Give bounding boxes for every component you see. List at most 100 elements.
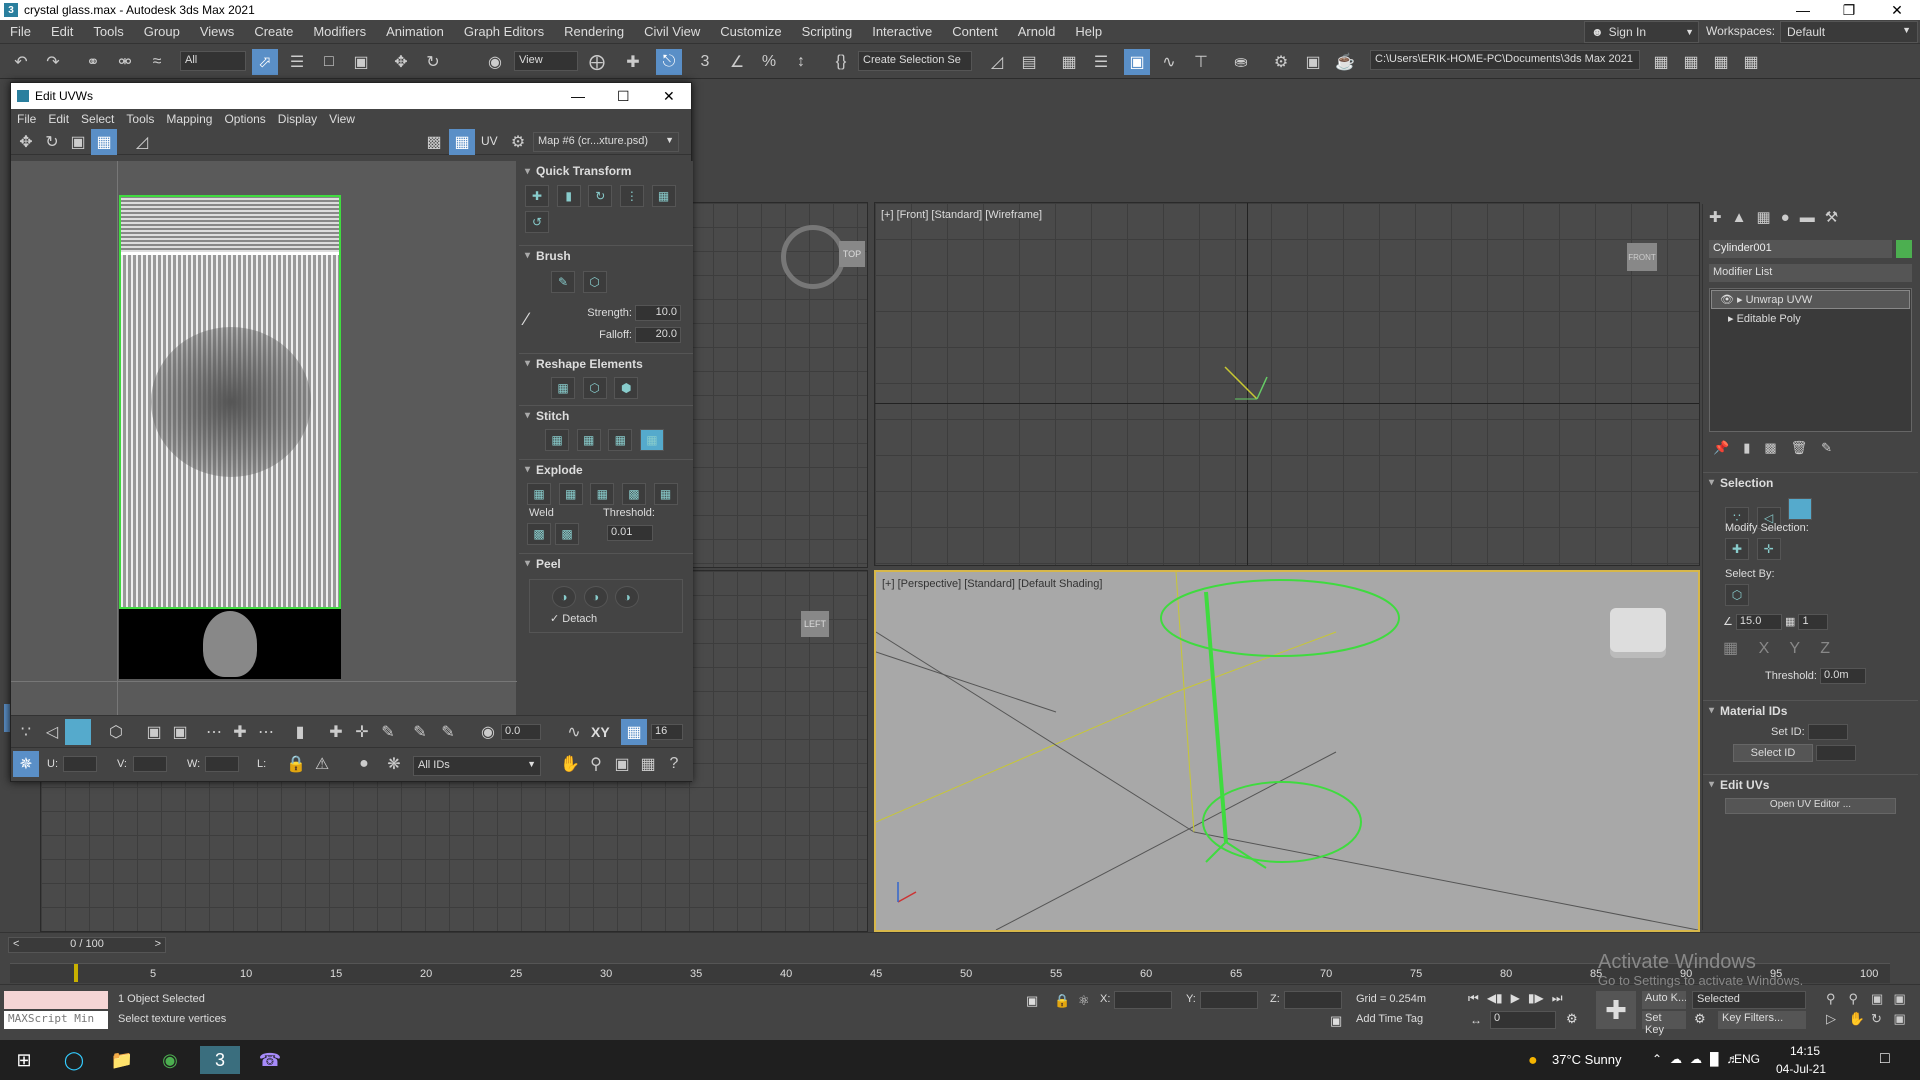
menu-modifiers[interactable]: Modifiers (303, 24, 376, 39)
notification-icon[interactable]: □ (1880, 1050, 1890, 1068)
remove-modifier-icon[interactable]: 🗑 (1791, 440, 1808, 458)
move-icon[interactable]: ✥ (388, 49, 414, 75)
reshape-rollout[interactable]: Reshape Elements (519, 353, 693, 373)
uvw-options-icon[interactable]: ⚙ (505, 129, 531, 155)
uvw-ring-shrink-icon[interactable]: ⋯ (253, 719, 279, 745)
front-viewport-label[interactable]: [+] [Front] [Standard] [Wireframe] (881, 209, 1042, 221)
uvw-xy-button[interactable]: XY (591, 724, 610, 740)
peel-2-icon[interactable]: ◑ (583, 586, 608, 608)
minimize-button[interactable]: — (1780, 0, 1826, 20)
uvw-texture-map[interactable] (119, 195, 341, 609)
uvw-texture-icon[interactable]: ▦ (449, 129, 475, 155)
snap-3d-icon[interactable]: 3 (692, 49, 718, 75)
show-end-result-icon[interactable]: ▮ (1743, 440, 1750, 458)
select-element-icon[interactable]: ⬡ (1725, 584, 1749, 606)
zoom-all-icon[interactable]: ⚲ (1849, 991, 1872, 1011)
z-coord-field[interactable] (1284, 991, 1342, 1009)
set-key-button[interactable]: Set Key (1642, 1011, 1686, 1036)
xyz-buttons[interactable]: ▦ X Y Z (1703, 634, 1918, 662)
stitch-source-icon[interactable]: ▦ (576, 429, 601, 451)
select-by-name-icon[interactable]: ☰ (284, 49, 310, 75)
material-ids-rollout[interactable]: Material IDs (1703, 700, 1918, 720)
maximize-viewport-icon[interactable]: ▣ (1894, 1011, 1917, 1031)
menu-create[interactable]: Create (244, 24, 303, 39)
selection-rollout[interactable]: Selection (1703, 472, 1918, 492)
cmd-threshold-spinner[interactable]: 0.0m (1820, 668, 1867, 684)
goto-end-icon[interactable]: ⏭ (1552, 991, 1563, 1009)
clock-time[interactable]: 14:15 (1790, 1044, 1820, 1058)
percent-snap-icon[interactable]: % (756, 49, 782, 75)
ref-coord-dropdown[interactable]: View (514, 51, 578, 71)
edge-icon[interactable]: ◯ (54, 1046, 94, 1074)
relax-element-icon[interactable]: ⬢ (614, 377, 639, 399)
project-path-dropdown[interactable]: C:\Users\ERIK-HOME-PC\Documents\3ds Max … (1370, 50, 1640, 70)
utilities-tab-icon[interactable]: ⚒ (1825, 208, 1838, 226)
prev-frame-icon[interactable]: ◀▮ (1487, 991, 1503, 1009)
viber-icon[interactable]: ☎ (250, 1046, 290, 1074)
uvw-curve-icon[interactable]: ∿ (561, 719, 587, 745)
pin-stack-icon[interactable]: 📌 (1713, 440, 1729, 458)
stitch-rollout[interactable]: Stitch (519, 405, 693, 425)
qt-rotate2-icon[interactable]: ↺ (525, 211, 549, 233)
uvw-menu-edit[interactable]: Edit (42, 112, 75, 126)
goto-start-icon[interactable]: ⏮ (1468, 991, 1479, 1009)
material-editor-icon[interactable]: ⛂ (1228, 49, 1254, 75)
uvw-ids-dropdown[interactable]: All IDs ▼ (413, 756, 541, 776)
toolbar-extra-icon-1[interactable]: ▦ (1678, 49, 1704, 75)
create-selection-set-dropdown[interactable]: Create Selection Se (858, 51, 972, 71)
menu-edit[interactable]: Edit (41, 24, 83, 39)
zoom-region-icon[interactable]: ▣ (609, 751, 635, 777)
weather-icon[interactable]: ● (1528, 1052, 1538, 1070)
angle-spinner[interactable]: 15.0 (1735, 614, 1782, 630)
qt-rotate-icon[interactable]: ↻ (588, 185, 613, 207)
sign-in-button[interactable]: ☻ Sign In ▼ (1584, 21, 1699, 43)
auto-key-button[interactable]: Auto K... (1642, 991, 1686, 1009)
menu-views[interactable]: Views (190, 24, 244, 39)
open-uv-editor-button[interactable]: Open UV Editor ... (1725, 798, 1896, 814)
rotate-icon[interactable]: ↻ (420, 49, 446, 75)
bind-spacewarp-icon[interactable]: ≈ (144, 49, 170, 75)
uvw-map-dropdown[interactable]: Map #6 (cr...xture.psd) ▼ (533, 132, 679, 152)
uvw-pin-icon[interactable]: ✚ (323, 719, 349, 745)
time-config-icon[interactable]: ↔ (1470, 1013, 1482, 1027)
viewcube-compass[interactable] (781, 225, 845, 289)
qt-grid-icon[interactable]: ▦ (651, 185, 676, 207)
isolate-icon[interactable]: ▣ (1026, 993, 1038, 1009)
uvw-scale-icon[interactable]: ▣ (65, 129, 91, 155)
polygon-mode-icon[interactable] (1788, 498, 1813, 520)
toolbar-extra-icon-3[interactable]: ▦ (1738, 49, 1764, 75)
key-mode-icon[interactable]: ⚙ (1694, 1011, 1706, 1027)
selection-filter-dropdown[interactable]: All (180, 51, 246, 71)
placement-icon[interactable]: ◉ (482, 49, 508, 75)
uvw-pin2-icon[interactable]: ✛ (349, 719, 375, 745)
uvw-abs-rel-icon[interactable]: ✵ (13, 751, 39, 777)
strength-spinner[interactable]: 10.0 (635, 305, 681, 321)
select-id-spinner[interactable] (1816, 745, 1857, 762)
manipulate-icon[interactable]: ✚ (620, 49, 646, 75)
menu-file[interactable]: File (0, 24, 41, 39)
viewcube-perspective[interactable] (1610, 608, 1666, 652)
tray-icons[interactable]: ⌃☁☁█♬ (1652, 1052, 1747, 1066)
curve-editor-icon[interactable]: ∿ (1156, 49, 1182, 75)
chrome-icon[interactable]: ◉ (150, 1046, 190, 1074)
uvw-move-icon[interactable]: ✥ (13, 129, 39, 155)
keyboard-shortcut-icon[interactable]: ⎋ (656, 49, 682, 75)
qt-align-icon[interactable]: ✚ (525, 185, 549, 207)
rendered-frame-icon[interactable]: ▣ (1300, 49, 1326, 75)
time-tag-icon[interactable]: ▣ (1330, 1013, 1342, 1029)
uvw-paint3-icon[interactable]: ✎ (435, 719, 461, 745)
uvw-checker-icon[interactable]: ▩ (421, 129, 447, 155)
angle-snap-icon[interactable]: ∠ (724, 49, 750, 75)
uvw-soft-sel-icon[interactable]: ◉ (475, 719, 501, 745)
brush-rollout[interactable]: Brush (519, 245, 693, 265)
y-coord-field[interactable] (1200, 991, 1258, 1009)
menu-animation[interactable]: Animation (376, 24, 454, 39)
spinner-snap-icon[interactable]: ↕ (788, 49, 814, 75)
workspaces-dropdown[interactable]: Default ▼ (1780, 21, 1918, 43)
menu-rendering[interactable]: Rendering (554, 24, 634, 39)
menu-tools[interactable]: Tools (83, 24, 133, 39)
uvw-menu-display[interactable]: Display (272, 112, 323, 126)
peel-1-icon[interactable]: ◑ (552, 586, 576, 608)
close-button[interactable]: ✕ (1874, 0, 1920, 20)
project-folder-icon[interactable]: ▦ (1648, 49, 1674, 75)
